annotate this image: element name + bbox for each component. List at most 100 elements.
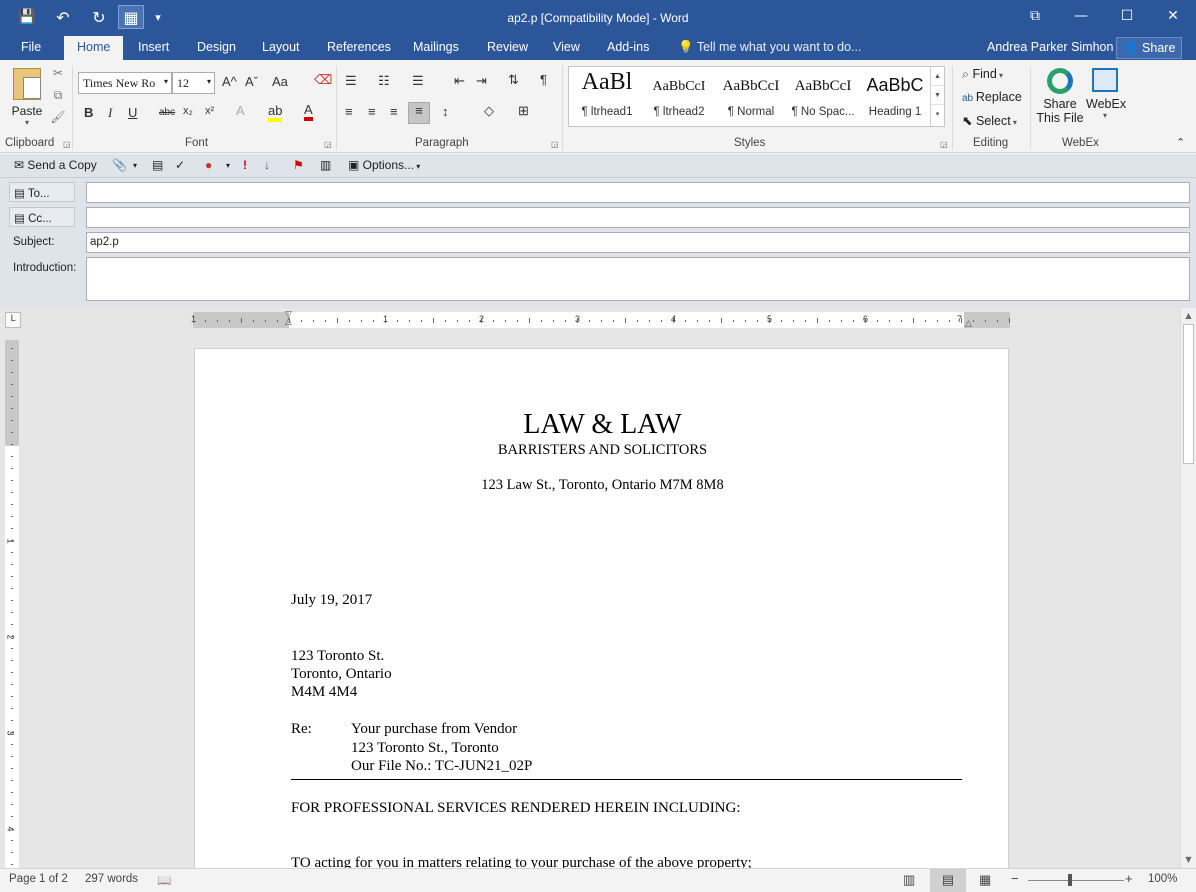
shrink-font-icon[interactable]: Aˇ: [245, 74, 258, 89]
paste-button[interactable]: Paste ▾: [9, 68, 45, 127]
tab-design[interactable]: Design: [197, 40, 236, 54]
italic-button[interactable]: I: [108, 105, 112, 121]
collapse-ribbon-icon[interactable]: ⌃: [1176, 136, 1185, 149]
to-field[interactable]: [86, 182, 1190, 203]
high-importance-icon[interactable]: !: [243, 158, 247, 172]
borders-icon[interactable]: ⊞: [518, 103, 529, 119]
sort-icon[interactable]: ⇅: [508, 72, 519, 88]
paragraph-launcher-icon[interactable]: ◲: [551, 140, 559, 149]
zoom-in-icon[interactable]: +: [1125, 871, 1133, 886]
select-button[interactable]: ⬉ Select ▾: [962, 113, 1017, 128]
subscript-button[interactable]: x₂: [183, 105, 193, 117]
decrease-indent-icon[interactable]: ⇤: [454, 73, 465, 89]
tab-references[interactable]: References: [327, 40, 391, 54]
document-page[interactable]: LAW & LAW BARRISTERS AND SOLICITORS 123 …: [194, 348, 1009, 868]
zoom-slider[interactable]: [1028, 880, 1124, 881]
tab-layout[interactable]: Layout: [262, 40, 300, 54]
tab-insert[interactable]: Insert: [138, 40, 169, 54]
scroll-up-arrow-icon[interactable]: ▲: [1181, 308, 1196, 324]
increase-indent-icon[interactable]: ⇥: [476, 73, 487, 89]
send-a-copy-button[interactable]: ✉ Send a Copy: [14, 158, 97, 172]
find-button[interactable]: ⌕ Find ▾: [962, 67, 1003, 82]
close-button[interactable]: ✕: [1150, 0, 1196, 32]
options-button[interactable]: ▣ Options... ▾: [348, 158, 420, 172]
bcc-icon[interactable]: ▥: [320, 158, 331, 172]
font-size-box[interactable]: 12 ▾: [172, 72, 215, 94]
page-count[interactable]: Page 1 of 2: [9, 873, 68, 885]
style-ltrhead2[interactable]: AaBbCcI ¶ ltrhead2: [643, 67, 715, 126]
strikethrough-button[interactable]: abc: [159, 107, 175, 118]
show-formatting-button[interactable]: ¶: [540, 72, 547, 87]
share-button[interactable]: 👤 Share: [1116, 37, 1183, 59]
shading-icon[interactable]: ◇: [484, 103, 494, 119]
tab-home[interactable]: Home: [64, 36, 124, 60]
clear-formatting-icon[interactable]: ⌫: [314, 72, 332, 88]
styles-launcher-icon[interactable]: ◲: [940, 140, 948, 149]
web-layout-icon[interactable]: ▦: [979, 872, 991, 888]
copy-icon[interactable]: ⧉: [50, 88, 66, 104]
right-indent-marker[interactable]: △: [965, 319, 972, 329]
scroll-down-icon[interactable]: ▼: [931, 86, 944, 105]
scroll-up-icon[interactable]: ▲: [931, 67, 944, 86]
cc-button[interactable]: ▤ Cc...: [9, 207, 75, 227]
check-names-icon[interactable]: ✓: [175, 158, 185, 172]
multilevel-list-icon[interactable]: ☰: [412, 73, 424, 89]
chevron-down-icon[interactable]: ▾: [226, 161, 230, 170]
tell-me-box[interactable]: 💡 Tell me what you want to do...: [678, 40, 861, 55]
font-name-box[interactable]: Times New Ro ▾: [78, 72, 172, 94]
signature-icon[interactable]: ●: [205, 158, 212, 172]
style-ltrhead1[interactable]: AaBl ¶ ltrhead1: [571, 67, 643, 126]
user-name[interactable]: Andrea Parker Simhon: [987, 40, 1113, 54]
style-normal[interactable]: AaBbCcI ¶ Normal: [715, 67, 787, 126]
share-this-file-button[interactable]: Share This File: [1036, 68, 1084, 125]
zoom-slider-thumb[interactable]: [1068, 874, 1072, 886]
tab-file[interactable]: File: [21, 40, 41, 54]
justify-icon[interactable]: ≡: [408, 102, 430, 124]
webex-button[interactable]: WebEx ▾: [1086, 68, 1126, 120]
numbering-icon[interactable]: ☷: [378, 73, 390, 89]
flag-icon[interactable]: ⚑: [293, 158, 304, 172]
grow-font-icon[interactable]: A^: [222, 74, 237, 89]
style-heading-1[interactable]: AaBbC Heading 1: [859, 67, 931, 126]
more-styles-icon[interactable]: ▾: [931, 105, 944, 124]
style-no-spacing[interactable]: AaBbCcI ¶ No Spac...: [787, 67, 859, 126]
zoom-out-icon[interactable]: −: [1011, 871, 1019, 886]
horizontal-ruler[interactable]: 1 1 2 3 4 5 6 7 ▽△ △: [191, 311, 1010, 329]
vertical-scrollbar[interactable]: ▲ ▼: [1180, 308, 1196, 868]
superscript-button[interactable]: x²: [205, 105, 214, 117]
align-left-icon[interactable]: ≡: [345, 104, 353, 119]
low-importance-icon[interactable]: ↓: [264, 158, 270, 172]
attach-file-icon[interactable]: 📎: [112, 158, 127, 172]
chevron-down-icon[interactable]: ▾: [133, 161, 137, 170]
subject-field[interactable]: ap2.p: [86, 232, 1190, 253]
vertical-ruler[interactable]: 1 2 3 4: [5, 340, 19, 868]
scroll-down-arrow-icon[interactable]: ▼: [1181, 852, 1196, 868]
address-book-icon[interactable]: ▤: [152, 158, 163, 172]
word-count[interactable]: 297 words: [85, 873, 138, 885]
minimize-button[interactable]: —: [1058, 0, 1104, 32]
scroll-thumb[interactable]: [1183, 324, 1194, 464]
tab-view[interactable]: View: [553, 40, 580, 54]
align-center-icon[interactable]: ≡: [368, 104, 376, 119]
proofing-icon[interactable]: 📖: [157, 873, 171, 887]
format-painter-icon[interactable]: 🖌: [50, 110, 66, 126]
bullets-icon[interactable]: ☰: [345, 73, 357, 89]
introduction-field[interactable]: [86, 257, 1190, 301]
maximize-button[interactable]: ☐: [1104, 0, 1150, 32]
print-layout-icon[interactable]: ▤: [930, 869, 966, 892]
replace-button[interactable]: ab Replace: [962, 90, 1022, 104]
zoom-level[interactable]: 100%: [1148, 873, 1177, 885]
ribbon-display-options-icon[interactable]: ⧉: [1012, 0, 1058, 32]
change-case-icon[interactable]: Aa: [272, 74, 288, 89]
font-launcher-icon[interactable]: ◲: [324, 140, 332, 149]
read-mode-icon[interactable]: ▥: [903, 872, 915, 888]
clipboard-launcher-icon[interactable]: ◲: [63, 140, 71, 149]
tab-review[interactable]: Review: [487, 40, 528, 54]
cut-icon[interactable]: ✂: [50, 66, 66, 82]
font-color-icon[interactable]: A: [304, 103, 313, 121]
highlight-color-icon[interactable]: ab: [268, 104, 283, 122]
tab-add-ins[interactable]: Add-ins: [607, 40, 649, 54]
tab-mailings[interactable]: Mailings: [413, 40, 459, 54]
bold-button[interactable]: B: [84, 105, 93, 120]
underline-button[interactable]: U: [128, 105, 137, 120]
